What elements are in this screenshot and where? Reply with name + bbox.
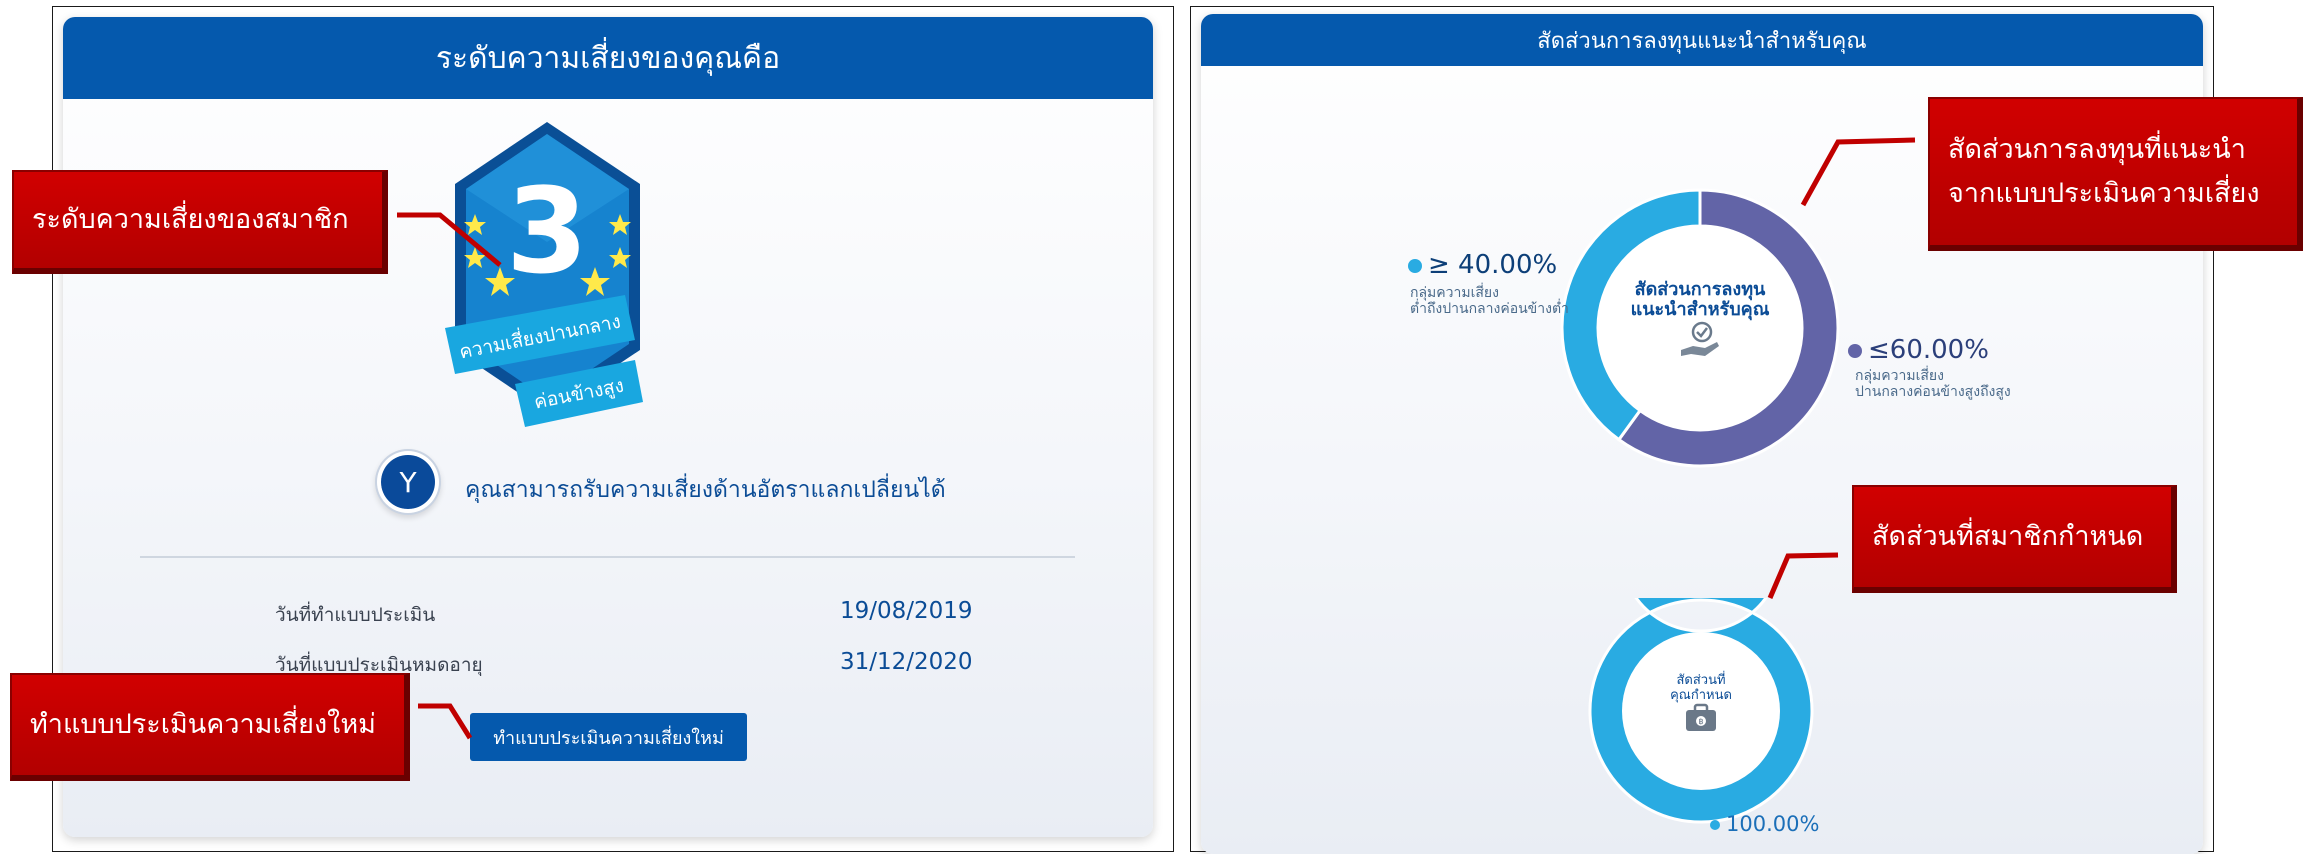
member-dot: [1710, 820, 1720, 830]
briefcase-icon: ฿: [1686, 703, 1716, 731]
recommended-center-line2: แนะนำสำหรับคุณ: [1630, 299, 1770, 320]
member-donut-center: สัดส่วนที่ คุณกำหนด ฿: [1641, 673, 1761, 737]
risk-level-badge: 3 ความเสี่ยงปานกลาง ค่อนข้างสูง: [445, 122, 643, 427]
high-risk-percentage: ≤60.00%: [1848, 335, 1989, 365]
assessment-date-label: วันที่ทำแบบประเมิน: [275, 604, 436, 626]
high-risk-dot: [1848, 343, 1862, 358]
recommended-allocation-header: สัดส่วนการลงทุนแนะนำสำหรับคุณ: [1201, 14, 2203, 66]
callout-member-risk-level: ระดับความเสี่ยงของสมาชิก: [12, 170, 388, 274]
high-risk-caption: กลุ่มความเสี่ยง ปานกลางค่อนข้างสูงถึงสูง: [1855, 368, 2011, 400]
hand-check-icon: [1681, 321, 1719, 356]
low-risk-caption: กลุ่มความเสี่ยง ต่ำถึงปานกลางค่อนข้างต่ำ: [1410, 285, 1569, 317]
recommended-donut-center: สัดส่วนการลงทุน แนะนำสำหรับคุณ: [1620, 280, 1780, 365]
retake-assessment-button[interactable]: ทำแบบประเมินความเสี่ยงใหม่: [470, 713, 747, 761]
callout-retake-assessment: ทำแบบประเมินความเสี่ยงใหม่: [10, 673, 410, 781]
svg-text:฿: ฿: [1698, 717, 1703, 726]
low-risk-dot: [1408, 258, 1422, 273]
assessment-date-value: 19/08/2019: [840, 598, 973, 624]
divider: [140, 556, 1075, 558]
expiry-date-value: 31/12/2020: [840, 649, 973, 675]
risk-level-header: ระดับความเสี่ยงของคุณคือ: [63, 17, 1153, 99]
recommended-center-line1: สัดส่วนการลงทุน: [1634, 279, 1766, 300]
fx-yes-icon: Y: [381, 455, 435, 509]
low-risk-percentage: ≥ 40.00%: [1408, 250, 1557, 280]
callout-recommended-allocation: สัดส่วนการลงทุนที่แนะนำ จากแบบประเมินควา…: [1928, 97, 2303, 251]
member-center-line2: คุณกำหนด: [1670, 688, 1732, 703]
member-percentage: 100.00%: [1710, 812, 1819, 836]
risk-level-number: 3: [506, 162, 588, 300]
member-center-line1: สัดส่วนที่: [1676, 673, 1726, 688]
callout-member-defined-allocation: สัดส่วนที่สมาชิกกำหนด: [1852, 485, 2177, 593]
fx-risk-text: คุณสามารถรับความเสี่ยงด้านอัตราแลกเปลี่ย…: [465, 477, 946, 503]
